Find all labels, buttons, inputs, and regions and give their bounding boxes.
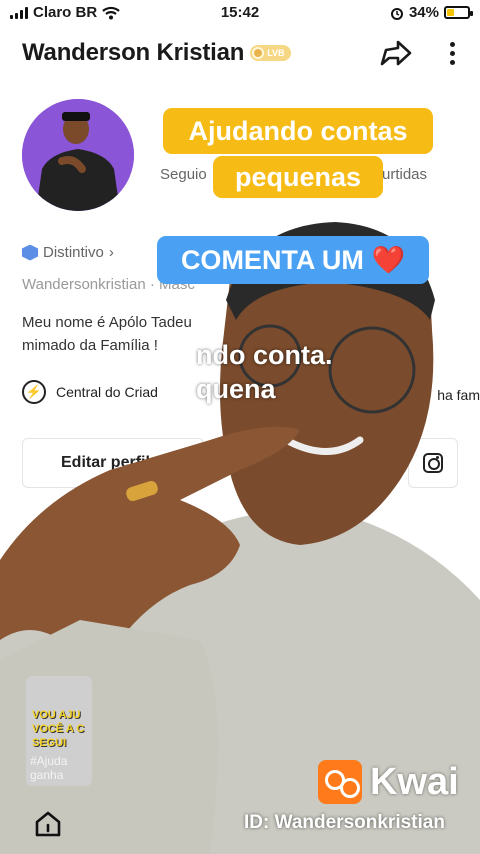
- avatar-portrait: [22, 99, 134, 211]
- thumbnail-caption: VOU AJU VOCÊ A C SEGUI: [32, 709, 85, 749]
- status-right: 34%: [390, 4, 473, 21]
- kwai-logo-icon: [318, 760, 362, 804]
- alarm-icon: [390, 7, 403, 20]
- caption-blue-text: COMENTA UM: [180, 245, 364, 275]
- chevron-right-icon: ›: [108, 244, 114, 261]
- badge-label: Distintivo: [43, 244, 104, 261]
- family-link[interactable]: ha fam: [437, 387, 480, 403]
- caption-yellow-line2: pequenas: [213, 156, 383, 198]
- profile-username: Wanderson Kristian: [22, 39, 245, 66]
- edit-profile-button[interactable]: Editar perfil: [22, 438, 204, 488]
- caption-yellow-line1: Ajudando contas: [163, 108, 433, 154]
- bio-line: Meu nome é Apólo Tadeu: [22, 314, 192, 331]
- badge-row[interactable]: Distintivo ›: [22, 244, 114, 261]
- heart-icon: ❤️: [371, 245, 406, 275]
- video-thumbnail[interactable]: VOU AJU VOCÊ A C SEGUI #Ajuda ganha: [26, 676, 92, 786]
- avatar[interactable]: [22, 99, 134, 211]
- kwai-brand: Kwai: [370, 760, 459, 803]
- badge-hex-icon: [22, 244, 38, 261]
- instagram-button[interactable]: [408, 438, 458, 488]
- kwai-watermark: Kwai: [318, 760, 459, 804]
- level-badge-label: LVB: [267, 48, 285, 58]
- level-badge-icon: [252, 47, 265, 59]
- home-icon[interactable]: [34, 810, 62, 838]
- stats-right[interactable]: urtidas: [382, 166, 427, 183]
- creator-center-label: Central do Criad: [56, 384, 158, 400]
- creator-center-link[interactable]: ⚡ Central do Criad: [22, 380, 158, 404]
- battery-icon: [444, 6, 473, 19]
- battery-label: 34%: [408, 4, 439, 21]
- share-icon[interactable]: [378, 36, 414, 70]
- caption-blue: COMENTA UM ❤️: [157, 236, 429, 284]
- kwai-id: ID: Wandersonkristian: [244, 812, 445, 833]
- profile-header: Wanderson Kristian LVB: [22, 36, 462, 70]
- instagram-icon: [423, 453, 443, 473]
- status-bar: Claro BR 15:42 34%: [0, 0, 480, 26]
- thumbnail-tag: #Ajuda ganha: [30, 754, 68, 782]
- caption-white-line2: quena: [196, 374, 276, 404]
- stats-left[interactable]: Seguio: [160, 166, 207, 183]
- caption-white-line1: ndo conta.: [196, 340, 333, 370]
- more-icon[interactable]: [442, 36, 462, 70]
- level-badge[interactable]: LVB: [250, 45, 291, 61]
- bolt-icon: ⚡: [22, 380, 46, 404]
